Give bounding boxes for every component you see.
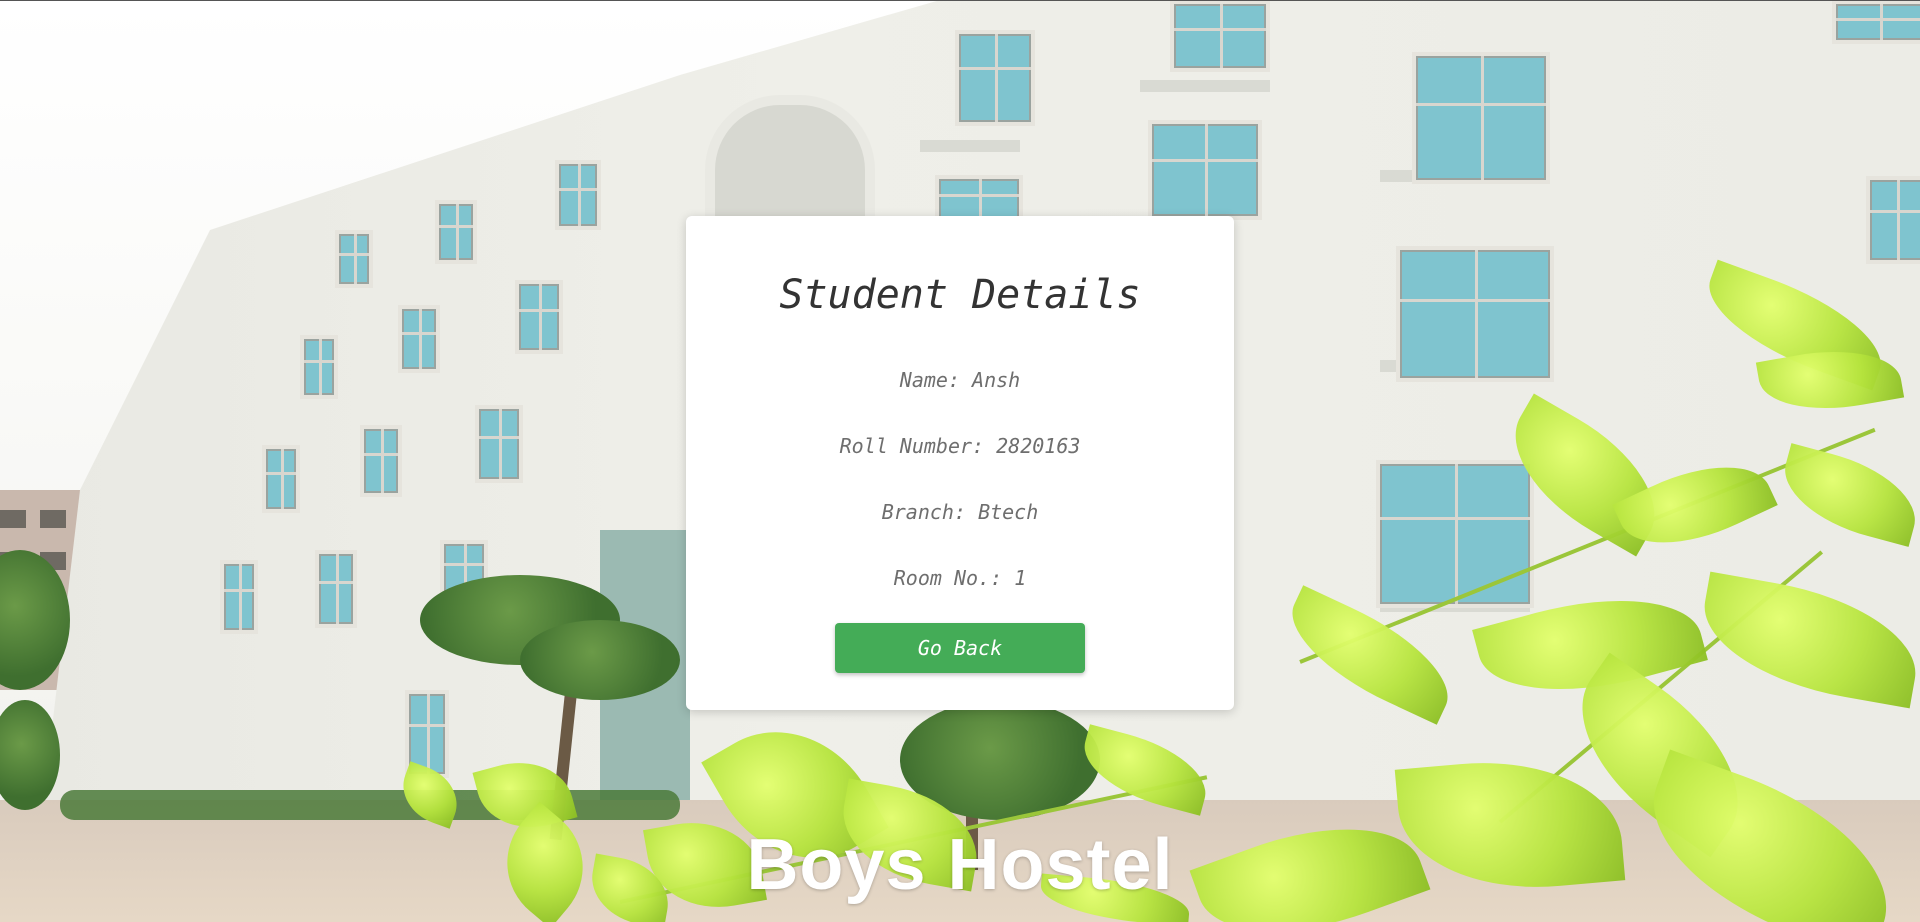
detail-room-number: Room No.: 1: [686, 566, 1234, 590]
detail-label: Roll Number:: [839, 434, 985, 458]
building-window: [262, 445, 300, 513]
detail-value: 2820163: [996, 434, 1081, 458]
building-window: [1376, 460, 1534, 608]
building-window: [435, 200, 477, 264]
tree: [520, 620, 680, 700]
building-window: [1832, 0, 1920, 44]
building-window: [315, 550, 357, 628]
building-window: [1148, 120, 1262, 220]
student-details-card: Student Details Name: Ansh Roll Number: …: [686, 216, 1234, 710]
building-window: [955, 30, 1035, 126]
top-border-line: [0, 0, 1920, 1]
building-window: [335, 230, 373, 288]
building-window: [555, 160, 601, 230]
detail-value: Ansh: [972, 368, 1021, 392]
go-back-button[interactable]: Go Back: [835, 623, 1085, 673]
shrub-row: [60, 790, 680, 820]
building-arch: [705, 95, 875, 225]
detail-value: 1: [1014, 566, 1027, 590]
building-window: [515, 280, 563, 354]
boys-hostel-caption: Boys Hostel: [746, 825, 1174, 905]
building-window: [220, 560, 258, 634]
building-window: [1170, 0, 1270, 72]
building-window: [475, 405, 523, 483]
building-window: [1412, 52, 1550, 184]
building-window: [1866, 176, 1920, 264]
detail-branch: Branch: Btech: [686, 500, 1234, 524]
detail-roll-number: Roll Number: 2820163: [686, 434, 1234, 458]
card-title: Student Details: [779, 272, 1141, 318]
building-window: [360, 425, 402, 497]
building-window: [398, 305, 440, 373]
detail-label: Name:: [899, 368, 960, 392]
building-window: [1396, 246, 1554, 382]
detail-label: Branch:: [881, 500, 967, 524]
detail-label: Room No.:: [893, 566, 1003, 590]
building-window: [300, 335, 338, 399]
detail-value: Btech: [978, 500, 1039, 524]
detail-name: Name: Ansh: [686, 368, 1234, 392]
